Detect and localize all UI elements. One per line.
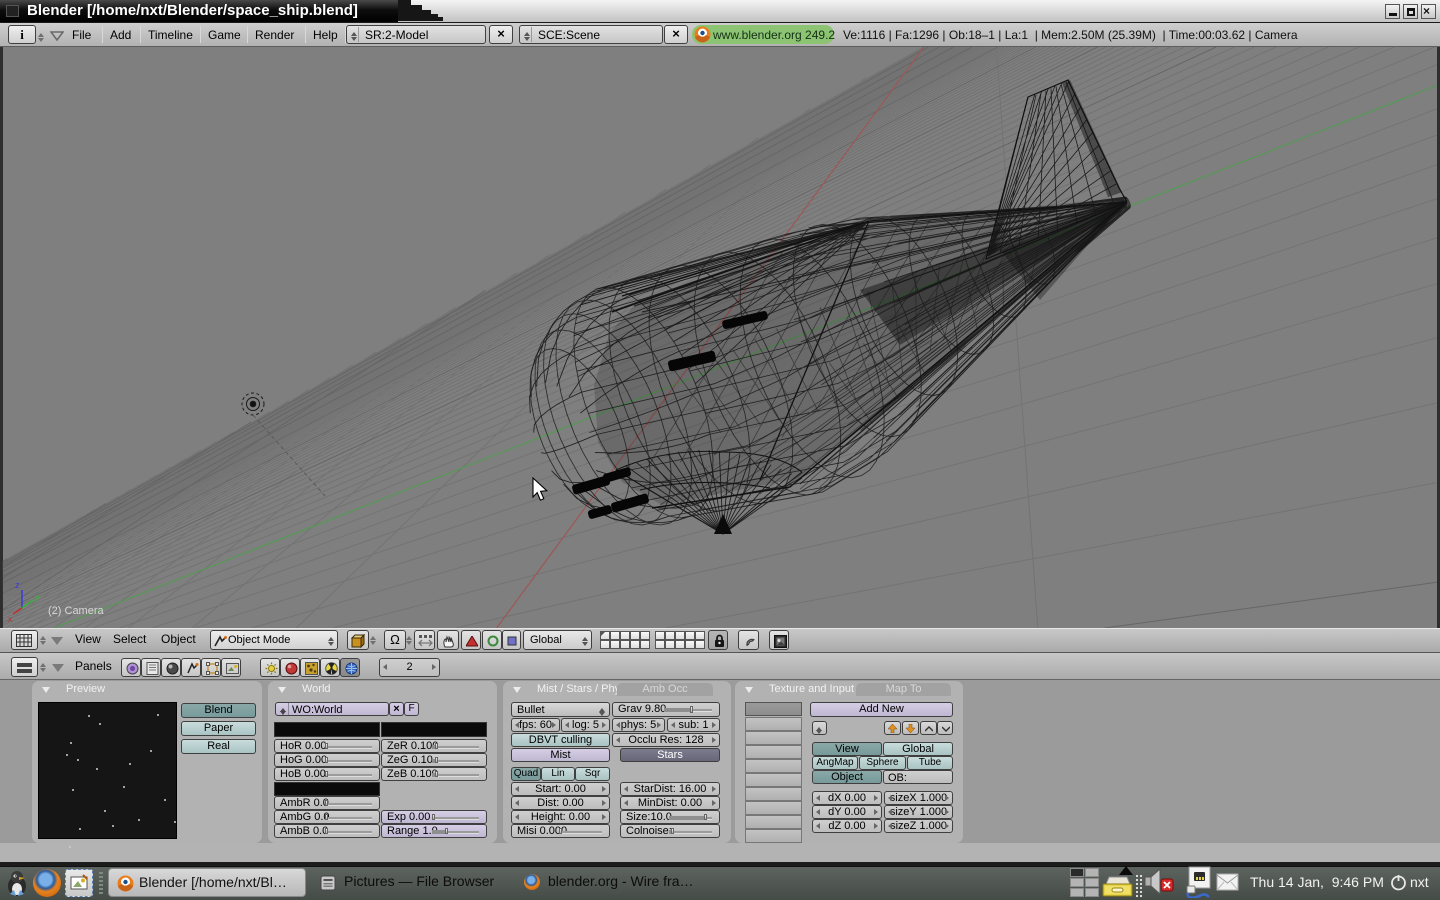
svg-text:z: z [15, 580, 20, 590]
svg-text:x: x [8, 614, 13, 624]
svg-text:y: y [35, 592, 40, 602]
